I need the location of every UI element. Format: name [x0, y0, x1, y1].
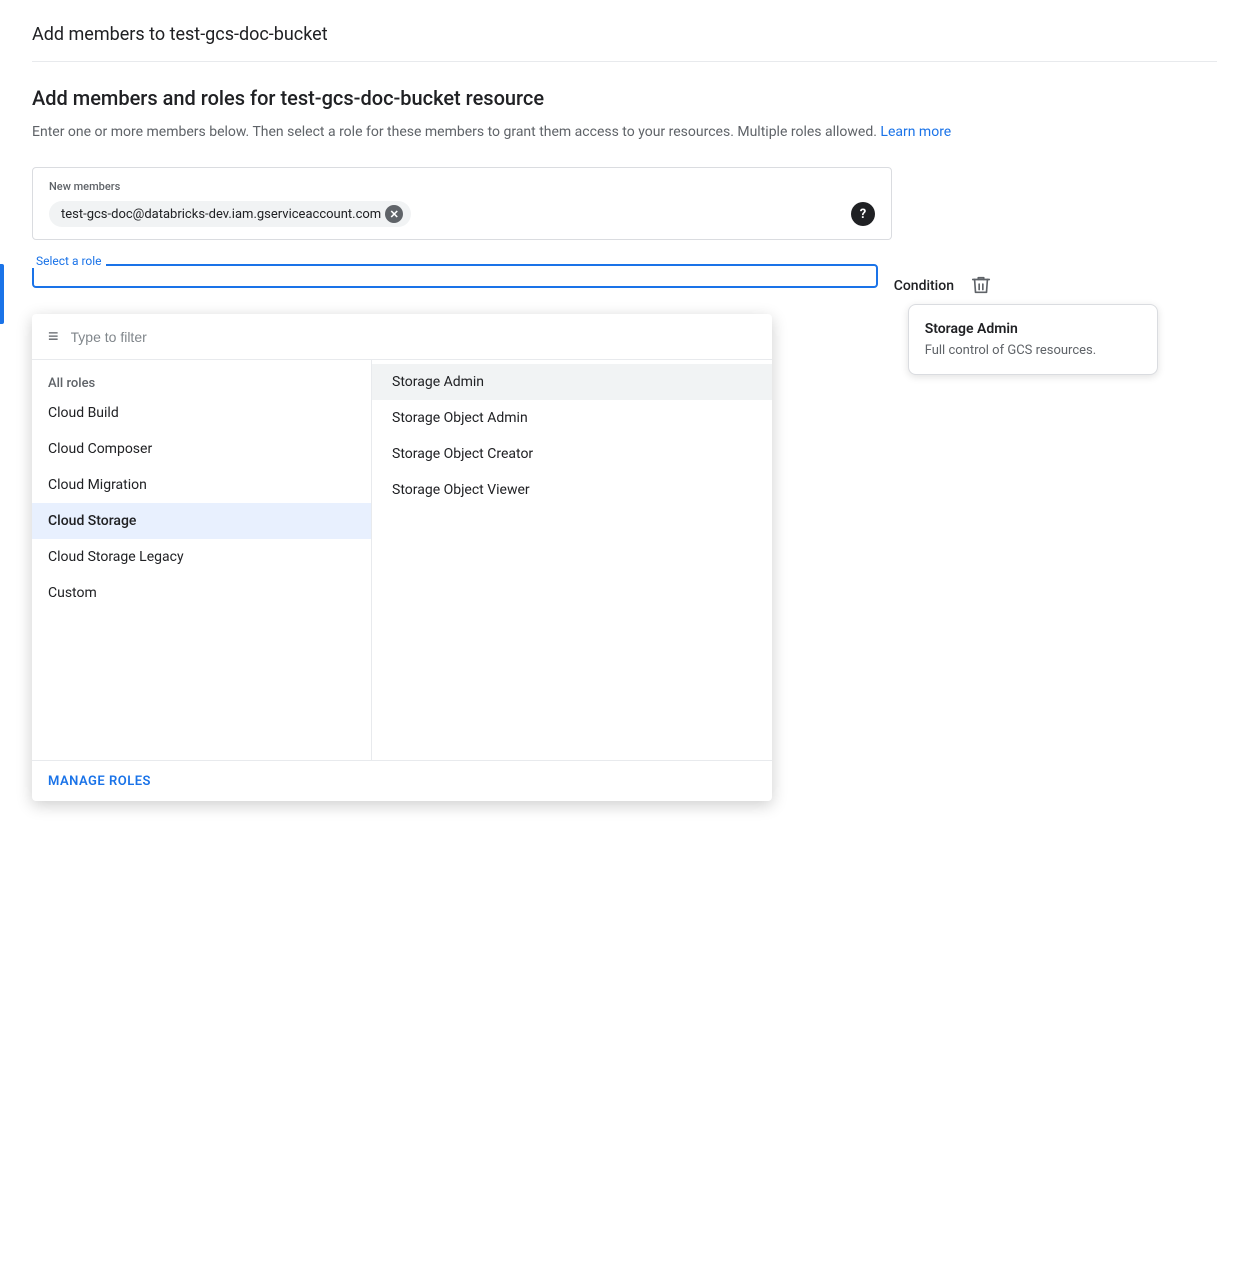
- tooltip-title: Storage Admin: [925, 321, 1141, 337]
- sidebar-item-cloud-migration[interactable]: Cloud Migration: [32, 467, 371, 503]
- help-icon[interactable]: ?: [851, 202, 875, 226]
- role-item-storage-admin[interactable]: Storage Admin: [372, 364, 772, 400]
- role-select-wrapper: Select a role ≡ All roles Cloud Build Cl…: [32, 264, 878, 288]
- chip-email: test-gcs-doc@databricks-dev.iam.gservice…: [61, 207, 381, 222]
- page-title: Add members to test-gcs-doc-bucket: [32, 24, 1217, 62]
- sidebar-item-custom[interactable]: Custom: [32, 575, 371, 611]
- dropdown-footer: MANAGE ROLES: [32, 760, 772, 801]
- select-role-label: Select a role: [32, 254, 106, 268]
- new-members-label: New members: [49, 180, 875, 193]
- filter-icon: ≡: [48, 326, 59, 347]
- member-input-row: test-gcs-doc@databricks-dev.iam.gservice…: [49, 201, 875, 227]
- blue-accent-bar: [0, 264, 4, 324]
- role-item-storage-object-admin[interactable]: Storage Object Admin: [372, 400, 772, 436]
- all-roles-header: All roles: [32, 368, 371, 395]
- right-panel: Storage Admin Storage Object Admin Stora…: [372, 360, 772, 760]
- chip-close-button[interactable]: ✕: [385, 205, 403, 223]
- tooltip-description: Full control of GCS resources.: [925, 343, 1141, 358]
- member-chip: test-gcs-doc@databricks-dev.iam.gservice…: [49, 201, 411, 227]
- filter-input[interactable]: [71, 329, 756, 345]
- condition-label: Condition: [894, 264, 954, 294]
- role-item-storage-object-viewer[interactable]: Storage Object Viewer: [372, 472, 772, 508]
- role-dropdown: ≡ All roles Cloud Build Cloud Composer C…: [32, 314, 772, 801]
- left-panel: All roles Cloud Build Cloud Composer Clo…: [32, 360, 372, 760]
- description-text: Enter one or more members below. Then se…: [32, 122, 1217, 143]
- sidebar-item-cloud-build[interactable]: Cloud Build: [32, 395, 371, 431]
- section-title: Add members and roles for test-gcs-doc-b…: [32, 86, 1217, 110]
- role-row: Select a role ≡ All roles Cloud Build Cl…: [32, 264, 992, 300]
- trash-icon[interactable]: [970, 264, 992, 300]
- sidebar-item-cloud-storage[interactable]: Cloud Storage: [32, 503, 371, 539]
- filter-row: ≡: [32, 314, 772, 360]
- sidebar-item-cloud-storage-legacy[interactable]: Cloud Storage Legacy: [32, 539, 371, 575]
- role-tooltip: Storage Admin Full control of GCS resour…: [908, 304, 1158, 375]
- dropdown-body: All roles Cloud Build Cloud Composer Clo…: [32, 360, 772, 760]
- manage-roles-button[interactable]: MANAGE ROLES: [48, 774, 151, 789]
- new-members-section: New members test-gcs-doc@databricks-dev.…: [32, 167, 892, 240]
- sidebar-item-cloud-composer[interactable]: Cloud Composer: [32, 431, 371, 467]
- learn-more-link[interactable]: Learn more: [880, 124, 951, 140]
- role-select-box[interactable]: [32, 264, 878, 288]
- role-item-storage-object-creator[interactable]: Storage Object Creator: [372, 436, 772, 472]
